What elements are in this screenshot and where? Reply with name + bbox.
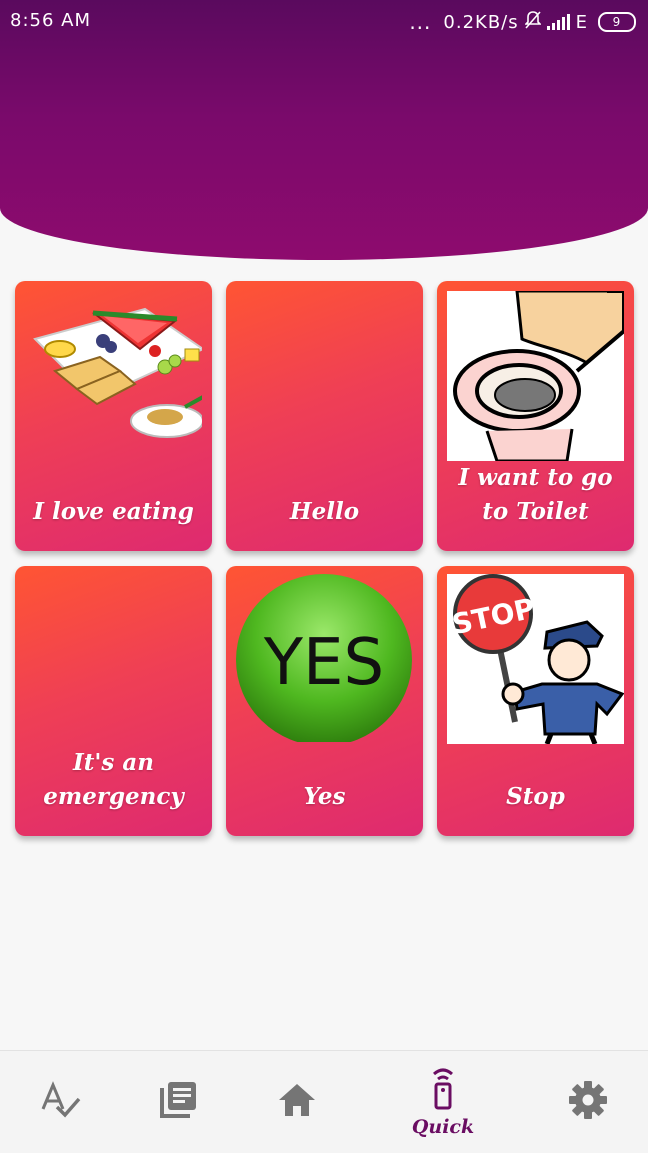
battery-icon: 9 — [598, 12, 636, 32]
status-time: 8:56 AM — [10, 10, 91, 31]
network-speed: 0.2KB/s — [443, 11, 519, 33]
card-label: I want to go to Toilet — [458, 464, 613, 525]
battery-level: 9 — [612, 15, 622, 29]
nav-spellcheck[interactable] — [10, 1051, 110, 1153]
phrase-card-hello[interactable]: Hello — [226, 281, 423, 551]
quick-phrases-grid: I love eating Hello I want to go to Toil… — [15, 281, 634, 836]
nav-quick-label: Quick — [411, 1116, 475, 1138]
stop-policeman-image: STOP — [447, 574, 624, 744]
card-label: It's an emergency — [43, 749, 184, 810]
nav-library[interactable] — [128, 1051, 228, 1153]
status-bar: 8:56 AM ... 0.2KB/s E 9 — [0, 0, 648, 44]
yes-image-text: YES — [263, 626, 384, 700]
nav-quick[interactable]: Quick — [393, 1051, 493, 1153]
spellcheck-icon — [39, 1079, 81, 1125]
network-type: E — [575, 11, 588, 33]
library-icon — [158, 1080, 198, 1124]
card-label: Hello — [289, 498, 360, 525]
card-label: Yes — [303, 783, 346, 810]
phrase-card-toilet[interactable]: I want to go to Toilet — [437, 281, 634, 551]
app-header: 8:56 AM ... 0.2KB/s E 9 — [0, 0, 648, 260]
yes-button-image: YES — [236, 574, 413, 744]
remote-icon — [428, 1066, 458, 1114]
signal-icon — [546, 14, 570, 30]
home-icon — [277, 1082, 317, 1122]
nav-settings[interactable] — [538, 1051, 638, 1153]
food-platter-image — [25, 289, 202, 459]
bottom-navigation: Quick — [0, 1050, 648, 1153]
mute-bell-icon — [523, 11, 542, 33]
card-label: Stop — [506, 783, 565, 810]
phrase-card-stop[interactable]: STOP Stop — [437, 566, 634, 836]
status-icons: ... 0.2KB/s E 9 — [409, 10, 636, 34]
phrase-card-i-love-eating[interactable]: I love eating — [15, 281, 212, 551]
phrase-card-yes[interactable]: YES Yes — [226, 566, 423, 836]
phrase-card-emergency[interactable]: It's an emergency — [15, 566, 212, 836]
gear-icon — [568, 1080, 608, 1124]
nav-home[interactable] — [247, 1051, 347, 1153]
toilet-image — [447, 291, 624, 461]
card-label: I love eating — [33, 498, 194, 525]
notification-dots: ... — [409, 10, 432, 34]
